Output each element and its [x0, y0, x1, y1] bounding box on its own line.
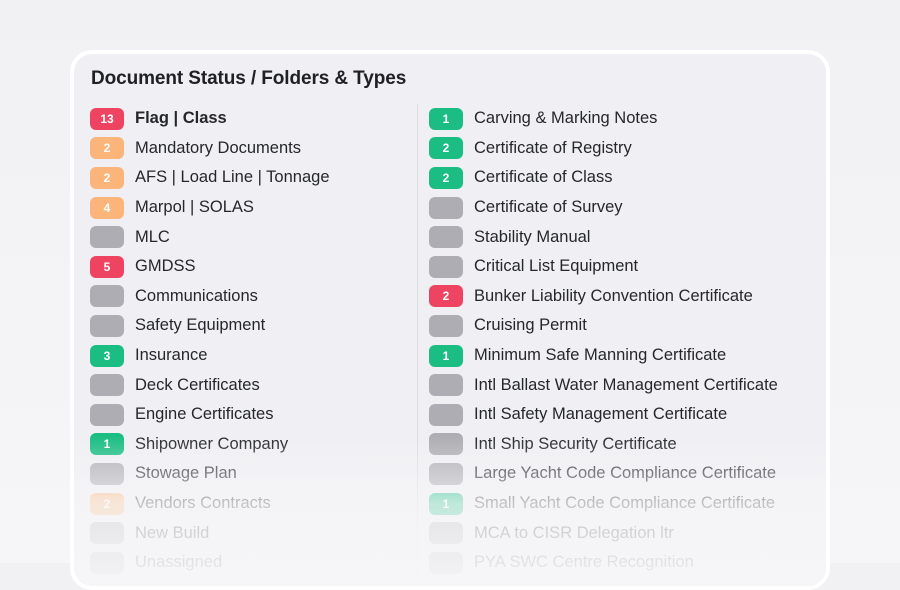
type-item[interactable]: Stability Manual [429, 222, 778, 252]
count-badge: 2 [429, 137, 463, 160]
folder-item-label: Marpol | SOLAS [135, 198, 254, 217]
folder-item[interactable]: New Build [90, 518, 330, 548]
count-badge [90, 285, 124, 308]
type-item[interactable]: 2 Bunker Liability Convention Certificate [429, 282, 778, 312]
folder-item[interactable]: 2 Vendors Contracts [90, 489, 330, 519]
type-item-label: Carving & Marking Notes [474, 109, 658, 128]
folder-item-label: Communications [135, 286, 258, 305]
column-divider [417, 104, 418, 584]
type-item-label: Large Yacht Code Compliance Certificate [474, 464, 777, 483]
count-badge: 13 [90, 107, 124, 130]
folder-item-label: Engine Certificates [135, 405, 274, 424]
count-badge [429, 314, 463, 337]
count-badge: 2 [429, 285, 463, 308]
type-item-label: Minimum Safe Manning Certificate [474, 346, 727, 365]
count-badge [90, 462, 124, 485]
type-item-label: Small Yacht Code Compliance Certificate [474, 494, 776, 513]
type-item-label: Critical List Equipment [474, 257, 639, 276]
type-item-label: Bunker Liability Convention Certificate [474, 286, 753, 305]
folder-item-label: AFS | Load Line | Tonnage [135, 168, 330, 187]
folder-item[interactable]: MLC [90, 222, 330, 252]
count-badge [429, 403, 463, 426]
type-item-label: Certificate of Class [474, 168, 613, 187]
folder-item[interactable]: 13 Flag | Class [90, 104, 330, 134]
type-item-label: Intl Safety Management Certificate [474, 405, 728, 424]
folder-item[interactable]: Safety Equipment [90, 311, 330, 341]
folder-item[interactable]: Communications [90, 282, 330, 312]
count-badge: 1 [429, 344, 463, 367]
count-badge [90, 226, 124, 249]
type-item-label: MCA to CISR Delegation ltr [474, 523, 674, 542]
count-badge: 2 [429, 166, 463, 189]
folder-item[interactable]: Engine Certificates [90, 400, 330, 430]
type-item[interactable]: Large Yacht Code Compliance Certificate [429, 459, 778, 489]
count-badge: 1 [429, 492, 463, 515]
folder-item[interactable]: 5 GMDSS [90, 252, 330, 282]
folders-list: 13 Flag | Class 2 Mandatory Documents 2 AFS |… [90, 104, 330, 578]
folder-item-label: Shipowner Company [135, 434, 289, 453]
type-item-label: Stability Manual [474, 227, 591, 246]
count-badge [429, 433, 463, 456]
type-item-label: Intl Ballast Water Management Certificat… [474, 375, 778, 394]
type-item-label: Cruising Permit [474, 316, 587, 335]
folder-item-label: GMDSS [135, 257, 196, 276]
folder-item[interactable]: 3 Insurance [90, 341, 330, 371]
count-badge [90, 403, 124, 426]
type-item[interactable]: Intl Ship Security Certificate [429, 430, 778, 460]
folder-item[interactable]: Stowage Plan [90, 459, 330, 489]
count-badge [429, 226, 463, 249]
type-item-label: Certificate of Registry [474, 138, 632, 157]
type-item[interactable]: 1 Carving & Marking Notes [429, 104, 778, 134]
document-status-panel: Document Status / Folders & Types 13 Flag… [70, 50, 830, 590]
type-item[interactable]: 2 Certificate of Class [429, 163, 778, 193]
folder-item-label: Mandatory Documents [135, 138, 301, 157]
type-item[interactable]: Certificate of Survey [429, 193, 778, 223]
folder-item-label: Insurance [135, 346, 208, 365]
count-badge: 2 [90, 137, 124, 160]
folder-item-label: Safety Equipment [135, 316, 266, 335]
count-badge [429, 374, 463, 397]
count-badge [429, 255, 463, 278]
type-item-label: Intl Ship Security Certificate [474, 434, 677, 453]
folder-item-label: MLC [135, 227, 170, 246]
count-badge [90, 314, 124, 337]
type-item-label: Certificate of Survey [474, 198, 623, 217]
type-item[interactable]: Intl Safety Management Certificate [429, 400, 778, 430]
type-item[interactable]: 2 Certificate of Registry [429, 134, 778, 164]
folder-item[interactable]: 1 Shipowner Company [90, 430, 330, 460]
count-badge: 2 [90, 492, 124, 515]
folder-item-label: Stowage Plan [135, 464, 237, 483]
count-badge: 3 [90, 344, 124, 367]
count-badge: 1 [429, 107, 463, 130]
count-badge: 4 [90, 196, 124, 219]
count-badge [90, 522, 124, 545]
count-badge: 2 [90, 166, 124, 189]
type-item[interactable]: MCA to CISR Delegation ltr [429, 518, 778, 548]
folder-item[interactable]: 2 Mandatory Documents [90, 134, 330, 164]
folder-item-label: New Build [135, 523, 210, 542]
types-list: 1 Carving & Marking Notes 2 Certificate of … [429, 104, 778, 578]
type-item[interactable]: Critical List Equipment [429, 252, 778, 282]
folder-item-label: Deck Certificates [135, 375, 260, 394]
count-badge [429, 196, 463, 219]
folder-item[interactable]: 2 AFS | Load Line | Tonnage [90, 163, 330, 193]
type-item[interactable]: Cruising Permit [429, 311, 778, 341]
folder-item[interactable]: Deck Certificates [90, 370, 330, 400]
count-badge: 1 [90, 433, 124, 456]
folder-item-label: Vendors Contracts [135, 494, 271, 513]
type-item[interactable]: 1 Small Yacht Code Compliance Certificate [429, 489, 778, 519]
count-badge [90, 374, 124, 397]
count-badge [429, 522, 463, 545]
folder-item-label: Flag | Class [135, 109, 227, 128]
count-badge [429, 462, 463, 485]
type-item[interactable]: 1 Minimum Safe Manning Certificate [429, 341, 778, 371]
type-item[interactable]: Intl Ballast Water Management Certificat… [429, 370, 778, 400]
folder-item[interactable]: 4 Marpol | SOLAS [90, 193, 330, 223]
panel-title: Document Status / Folders & Types [91, 68, 407, 89]
count-badge: 5 [90, 255, 124, 278]
